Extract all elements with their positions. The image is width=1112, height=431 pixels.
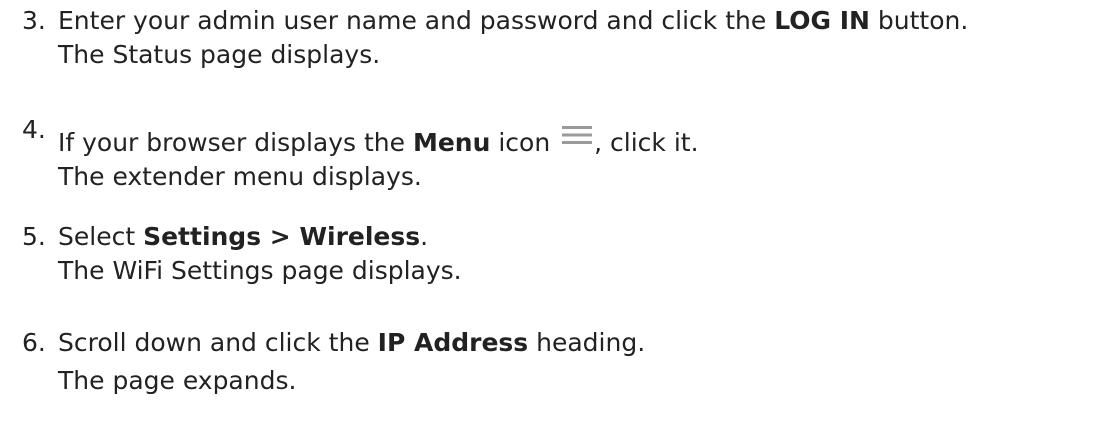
hamburger-menu-icon (562, 120, 593, 154)
step-instruction: Scroll down and click the IP Address hea… (58, 328, 646, 357)
step-number: 5. (22, 222, 46, 251)
step-5: 5. Select Settings > Wireless. The WiFi S… (22, 220, 462, 288)
step-result: The extender menu displays. (58, 162, 422, 191)
step-number: 3. (22, 6, 46, 35)
step-instruction: Select Settings > Wireless. (58, 222, 429, 251)
ui-term-ip-address: IP Address (377, 328, 529, 357)
step-result: The page expands. (58, 366, 297, 395)
ui-term-settings-wireless: Settings > Wireless (143, 222, 421, 251)
step-result: The Status page displays. (58, 40, 381, 69)
step-number: 6. (22, 328, 46, 357)
ui-term-menu: Menu (412, 128, 491, 157)
step-result: The WiFi Settings page displays. (58, 256, 462, 285)
step-6: 6. Scroll down and click the IP Address h… (22, 326, 645, 398)
step-3: 3. Enter your admin user name and passwor… (22, 4, 968, 72)
instruction-document: 3. Enter your admin user name and passwor… (0, 0, 1112, 431)
step-instruction: Enter your admin user name and password … (58, 6, 969, 35)
step-number: 4. (22, 115, 46, 144)
step-instruction: If your browser displays the Menu icon ,… (58, 126, 699, 157)
ui-term-log-in: LOG IN (774, 6, 870, 35)
step-4: 4. If your browser displays the Menu icon… (22, 115, 699, 194)
